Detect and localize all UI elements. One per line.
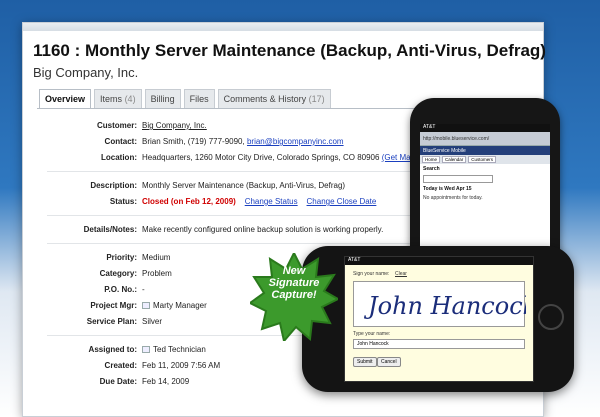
tab-label: Comments & History bbox=[223, 94, 307, 104]
assigned-name: Ted Technician bbox=[153, 345, 206, 354]
company-subtitle: Big Company, Inc. bbox=[33, 65, 139, 80]
landscape-phone: AT&T Sign your name: Clear John Hancock … bbox=[302, 246, 574, 392]
clear-signature-link[interactable]: Clear bbox=[395, 271, 407, 277]
mobile-search-label: Search bbox=[423, 166, 440, 172]
contact-email-link[interactable]: brian@bigcompanyinc.com bbox=[247, 137, 344, 146]
service-plan-value: Silver bbox=[142, 317, 163, 326]
mobile-app-header: BlueService Mobile bbox=[420, 146, 550, 155]
field-label: Customer: bbox=[96, 121, 137, 130]
typed-name-input[interactable]: John Hancock bbox=[353, 339, 525, 349]
mobile-tab-customers[interactable]: Customers bbox=[468, 156, 497, 163]
field-label: Category: bbox=[99, 269, 137, 278]
location-text: Headquarters, 1260 Motor City Drive, Col… bbox=[142, 153, 380, 162]
person-icon bbox=[142, 302, 150, 309]
field-label: Description: bbox=[90, 181, 137, 190]
customer-link[interactable]: Big Company, Inc. bbox=[142, 121, 207, 130]
field-label: Contact: bbox=[104, 137, 137, 146]
field-label: Priority: bbox=[106, 253, 137, 262]
due-date-value: Feb 14, 2009 bbox=[142, 377, 190, 386]
mobile-tab-home[interactable]: Home bbox=[422, 156, 441, 163]
mobile-today-heading: Today is Wed Apr 15 bbox=[423, 186, 472, 192]
tab-bar: Overview Items (4) Billing Files Comment… bbox=[39, 89, 331, 109]
field-label: Status: bbox=[109, 197, 137, 206]
tab-overview[interactable]: Overview bbox=[39, 89, 92, 109]
mobile-tab-calendar[interactable]: Calendar bbox=[442, 156, 467, 163]
field-label: Location: bbox=[101, 153, 137, 162]
phone-url-bar[interactable]: http://mobile.blueservice.com/ bbox=[420, 132, 550, 146]
field-label: Project Mgr: bbox=[90, 301, 137, 310]
field-label: Service Plan: bbox=[86, 317, 137, 326]
page-title: 1160 : Monthly Server Maintenance (Backu… bbox=[33, 41, 546, 60]
field-label: P.O. No.: bbox=[104, 285, 137, 294]
tab-label: Items bbox=[100, 94, 123, 104]
sign-name-label: Sign your name: bbox=[353, 271, 390, 277]
mobile-no-appointments: No appointments for today. bbox=[423, 195, 483, 201]
signature-pad[interactable]: John Hancock bbox=[353, 281, 533, 327]
cancel-button[interactable]: Cancel bbox=[377, 357, 401, 367]
landscape-phone-screen: AT&T Sign your name: Clear John Hancock … bbox=[344, 256, 534, 382]
field-label: Assigned to: bbox=[88, 345, 137, 354]
created-value: Feb 11, 2009 7:56 AM bbox=[142, 361, 221, 370]
new-signature-capture-badge: New Signature Capture! bbox=[250, 265, 338, 301]
contact-text: Brian Smith, (719) 777-9090, bbox=[142, 137, 245, 146]
po-value: - bbox=[142, 285, 145, 294]
priority-value: Medium bbox=[142, 253, 171, 262]
person-icon bbox=[142, 346, 150, 353]
field-label: Due Date: bbox=[99, 377, 137, 386]
tab-files[interactable]: Files bbox=[183, 89, 215, 109]
home-button-icon[interactable] bbox=[538, 304, 564, 330]
project-manager-name: Marty Manager bbox=[153, 301, 207, 310]
type-name-label: Type your name: bbox=[353, 331, 391, 337]
signature-drawing: John Hancock bbox=[363, 292, 533, 320]
assigned-value: Ted Technician bbox=[142, 345, 206, 354]
tab-count: (17) bbox=[308, 94, 325, 104]
submit-button[interactable]: Submit bbox=[353, 357, 377, 367]
details-value: Make recently configured online backup s… bbox=[142, 225, 384, 234]
signature-text: John Hancock bbox=[363, 292, 526, 320]
tab-label: Overview bbox=[45, 94, 86, 104]
phone-status-bar: AT&T bbox=[420, 124, 550, 132]
mobile-tabs: Home Calendar Customers bbox=[420, 155, 550, 164]
tab-billing[interactable]: Billing bbox=[144, 89, 181, 109]
badge-line-2: Signature bbox=[268, 277, 320, 289]
project-manager-value: Marty Manager bbox=[142, 301, 207, 310]
tab-comments-history[interactable]: Comments & History (17) bbox=[217, 89, 331, 109]
tab-label: Billing bbox=[150, 94, 175, 104]
field-label: Details/Notes: bbox=[83, 225, 137, 234]
description-value: Monthly Server Maintenance (Backup, Anti… bbox=[142, 181, 346, 190]
field-label: Created: bbox=[104, 361, 137, 370]
phone-status-bar: AT&T bbox=[345, 257, 533, 265]
badge-line-1: New bbox=[282, 265, 306, 277]
badge-line-3: Capture! bbox=[271, 289, 317, 301]
change-close-date-link[interactable]: Change Close Date bbox=[307, 197, 377, 206]
tab-count: (4) bbox=[124, 94, 136, 104]
get-map-link[interactable]: (Get Ma bbox=[382, 153, 411, 162]
status-value: Closed (on Feb 12, 2009) Change Status C… bbox=[142, 197, 376, 206]
location-value: Headquarters, 1260 Motor City Drive, Col… bbox=[142, 153, 411, 162]
mobile-search-input[interactable] bbox=[423, 175, 493, 183]
status-badge: Closed (on Feb 12, 2009) bbox=[142, 197, 236, 206]
category-value: Problem bbox=[142, 269, 172, 278]
change-status-link[interactable]: Change Status bbox=[245, 197, 298, 206]
tab-items[interactable]: Items (4) bbox=[94, 89, 142, 109]
contact-value: Brian Smith, (719) 777-9090, brian@bigco… bbox=[142, 137, 344, 146]
window-top-bar bbox=[23, 23, 543, 31]
tab-label: Files bbox=[189, 94, 209, 104]
